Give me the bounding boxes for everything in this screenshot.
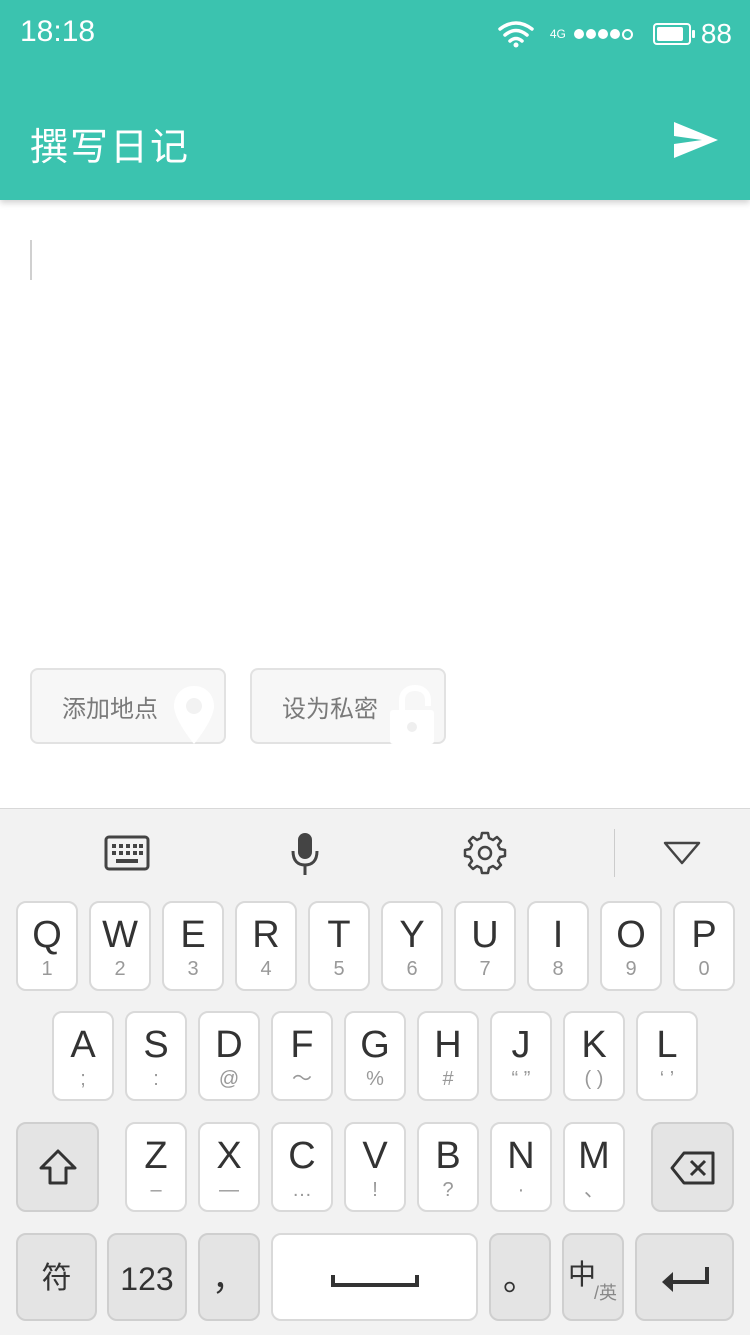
enter-key[interactable]: [635, 1233, 734, 1321]
shift-key[interactable]: [16, 1122, 99, 1212]
settings-gear-icon[interactable]: [463, 831, 507, 875]
hide-keyboard-icon[interactable]: [663, 841, 701, 865]
text-cursor: [30, 240, 32, 280]
space-bar-icon: [330, 1275, 419, 1287]
symbols-key[interactable]: 符: [16, 1233, 97, 1321]
location-pin-icon: [174, 686, 214, 744]
key-u[interactable]: U7: [454, 901, 516, 991]
lang-sub-label: /英: [594, 1283, 618, 1303]
key-j[interactable]: J “ ”: [490, 1011, 552, 1101]
space-key[interactable]: [271, 1233, 478, 1321]
signal-icon: [573, 28, 635, 40]
status-indicators: 4G 88: [498, 14, 732, 54]
key-y[interactable]: Y6: [381, 901, 443, 991]
key-q[interactable]: Q1: [16, 901, 78, 991]
add-location-button[interactable]: 添加地点: [30, 668, 226, 744]
wifi-icon: [498, 21, 534, 48]
key-c[interactable]: C…: [271, 1122, 333, 1212]
key-w[interactable]: W2: [89, 901, 151, 991]
keyboard-toolbar: [0, 809, 750, 897]
battery-percent: 88: [700, 18, 732, 49]
backspace-icon: [670, 1151, 714, 1185]
key-z[interactable]: Z –: [125, 1122, 187, 1212]
key-p[interactable]: P0: [673, 901, 735, 991]
key-x[interactable]: X —: [198, 1122, 260, 1212]
key-d[interactable]: D @: [198, 1011, 260, 1101]
shift-arrow-icon: [39, 1149, 76, 1185]
key-n[interactable]: N ·: [490, 1122, 552, 1212]
microphone-icon[interactable]: [290, 831, 320, 877]
network-type: 4G: [549, 27, 566, 41]
key-k[interactable]: K( ): [563, 1011, 625, 1101]
unlock-icon: [390, 684, 434, 744]
battery-icon: [652, 23, 695, 45]
lang-main-label: 中: [568, 1259, 597, 1290]
comma-key[interactable]: ，: [198, 1233, 260, 1321]
toolbar-divider: [614, 829, 615, 877]
key-f[interactable]: F ～: [271, 1011, 333, 1101]
key-t[interactable]: T5: [308, 901, 370, 991]
soft-keyboard: Q1 W2 E3 R4 T5 Y6 U7 I8 O9 P0 A; S: D @ F…: [0, 808, 750, 1335]
enter-arrow-icon: [661, 1267, 709, 1292]
keyboard-icon[interactable]: [104, 835, 150, 871]
key-r[interactable]: R4: [235, 901, 297, 991]
set-private-button[interactable]: 设为私密: [250, 668, 446, 744]
send-icon[interactable]: [672, 120, 720, 160]
key-v[interactable]: V!: [344, 1122, 406, 1212]
key-a[interactable]: A;: [52, 1011, 114, 1101]
key-o[interactable]: O9: [600, 901, 662, 991]
add-location-label: 添加地点: [62, 695, 158, 723]
key-l[interactable]: L ‘ ’: [636, 1011, 698, 1101]
app-header: 18:18 4G 88 撰写日记: [0, 0, 750, 200]
key-b[interactable]: B?: [417, 1122, 479, 1212]
key-s[interactable]: S:: [125, 1011, 187, 1101]
key-e[interactable]: E3: [162, 901, 224, 991]
key-m[interactable]: M、: [563, 1122, 625, 1212]
language-toggle-key[interactable]: 中 /英: [562, 1233, 624, 1321]
key-h[interactable]: H #: [417, 1011, 479, 1101]
status-time: 18:18: [20, 15, 96, 48]
key-g[interactable]: G%: [344, 1011, 406, 1101]
numbers-key[interactable]: 123: [107, 1233, 187, 1321]
key-i[interactable]: I8: [527, 901, 589, 991]
set-private-label: 设为私密: [282, 695, 378, 723]
page-title: 撰写日记: [30, 127, 191, 169]
backspace-key[interactable]: [651, 1122, 734, 1212]
period-key[interactable]: 。: [489, 1233, 551, 1321]
